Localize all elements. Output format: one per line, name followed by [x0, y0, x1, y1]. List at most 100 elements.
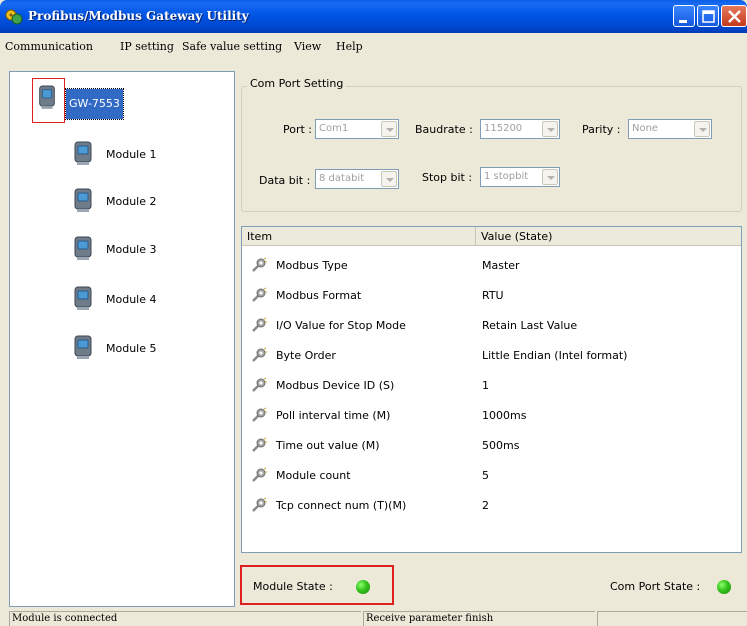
wrench-icon — [250, 466, 268, 484]
item-value: 2 — [482, 499, 489, 512]
device-tree[interactable]: GW-7553 Module 1 Module 2 Module 3 Modul… — [9, 71, 235, 607]
status-connection: Module is connected — [9, 611, 361, 626]
menu-ip-setting[interactable]: IP setting — [120, 40, 174, 53]
wrench-icon — [250, 436, 268, 454]
menu-safe-value-setting[interactable]: Safe value setting — [182, 40, 282, 53]
com-port-setting-group — [241, 86, 742, 212]
tree-item-module-4[interactable]: Module 4 — [10, 285, 230, 315]
list-item[interactable]: Poll interval time (M) 1000ms — [242, 400, 741, 430]
status-message: Receive parameter finish — [363, 611, 595, 626]
com-port-state-label: Com Port State : — [610, 580, 701, 593]
column-header-value[interactable]: Value (State) — [476, 227, 741, 246]
item-value: 1000ms — [482, 409, 527, 422]
item-name: I/O Value for Stop Mode — [276, 319, 406, 332]
stopbit-select[interactable]: 1 stopbit — [480, 167, 560, 187]
databit-select[interactable]: 8 databit — [315, 169, 399, 189]
gateway-device-icon[interactable] — [36, 84, 62, 114]
module-icon — [74, 286, 92, 310]
menu-help[interactable]: Help — [336, 40, 363, 53]
com-port-setting-title: Com Port Setting — [247, 77, 347, 90]
tree-item-label: Module 1 — [106, 148, 157, 161]
title-bar[interactable]: Profibus/Modbus Gateway Utility — [0, 0, 747, 33]
close-icon — [728, 10, 741, 23]
module-state-indicator — [356, 580, 370, 594]
stopbit-value: 1 stopbit — [484, 171, 529, 182]
chevron-down-icon — [381, 121, 397, 137]
chevron-down-icon — [694, 121, 710, 137]
item-name: Module count — [276, 469, 351, 482]
list-item[interactable]: Tcp connect num (T)(M) 2 — [242, 490, 741, 520]
list-item[interactable]: Byte Order Little Endian (Intel format) — [242, 340, 741, 370]
parameter-list[interactable]: Item Value (State) Modbus Type Master Modb… — [241, 226, 742, 553]
list-item[interactable]: I/O Value for Stop Mode Retain Last Value — [242, 310, 741, 340]
wrench-icon — [250, 406, 268, 424]
tree-item-label: Module 5 — [106, 342, 157, 355]
item-value: Little Endian (Intel format) — [482, 349, 628, 362]
stopbit-label: Stop bit : — [422, 171, 473, 184]
item-value: Master — [482, 259, 520, 272]
item-name: Modbus Type — [276, 259, 348, 272]
wrench-icon — [250, 376, 268, 394]
wrench-icon — [250, 286, 268, 304]
parity-value: None — [632, 123, 659, 134]
status-extra — [597, 611, 747, 626]
tree-item-label: Module 3 — [106, 243, 157, 256]
wrench-icon — [250, 346, 268, 364]
menu-communication[interactable]: Communication — [5, 40, 93, 53]
wrench-icon — [250, 316, 268, 334]
item-name: Poll interval time (M) — [276, 409, 391, 422]
minimize-icon — [679, 20, 687, 23]
window-title: Profibus/Modbus Gateway Utility — [28, 9, 249, 23]
baudrate-label: Baudrate : — [415, 123, 473, 136]
list-item[interactable]: Modbus Type Master — [242, 250, 741, 280]
tree-item-module-5[interactable]: Module 5 — [10, 334, 230, 364]
port-value: Com1 — [319, 123, 349, 134]
status-bar: Module is connected Receive parameter fi… — [0, 610, 747, 626]
item-value: RTU — [482, 289, 504, 302]
item-value: 5 — [482, 469, 489, 482]
chevron-down-icon — [381, 171, 397, 187]
item-name: Byte Order — [276, 349, 336, 362]
list-header: Item Value (State) — [242, 227, 741, 246]
list-item[interactable]: Modbus Format RTU — [242, 280, 741, 310]
gateway-app-icon — [4, 7, 24, 27]
item-name: Tcp connect num (T)(M) — [276, 499, 407, 512]
maximize-button[interactable] — [697, 5, 719, 27]
item-name: Time out value (M) — [276, 439, 380, 452]
baudrate-select[interactable]: 115200 — [480, 119, 560, 139]
column-header-item[interactable]: Item — [242, 227, 476, 246]
module-icon — [74, 236, 92, 260]
maximize-icon — [702, 10, 715, 23]
module-icon — [74, 188, 92, 212]
wrench-icon — [250, 256, 268, 274]
menu-view[interactable]: View — [294, 40, 321, 53]
tree-item-module-2[interactable]: Module 2 — [10, 187, 230, 217]
close-button[interactable] — [721, 5, 747, 27]
port-select[interactable]: Com1 — [315, 119, 399, 139]
chevron-down-icon — [542, 169, 558, 185]
tree-root-gw-7553[interactable]: GW-7553 — [65, 88, 124, 120]
item-name: Modbus Format — [276, 289, 362, 302]
com-port-state-indicator — [717, 580, 731, 594]
wrench-icon — [250, 496, 268, 514]
tree-item-label: Module 4 — [106, 293, 157, 306]
minimize-button[interactable] — [673, 5, 695, 27]
item-value: 500ms — [482, 439, 520, 452]
item-name: Modbus Device ID (S) — [276, 379, 395, 392]
parity-select[interactable]: None — [628, 119, 712, 139]
menu-bar: Communication IP setting Safe value sett… — [0, 36, 747, 58]
port-label: Port : — [283, 123, 313, 136]
list-item[interactable]: Modbus Device ID (S) 1 — [242, 370, 741, 400]
item-value: 1 — [482, 379, 489, 392]
baudrate-value: 115200 — [484, 123, 523, 134]
item-value: Retain Last Value — [482, 319, 578, 332]
tree-item-module-3[interactable]: Module 3 — [10, 235, 230, 265]
module-icon — [74, 335, 92, 359]
parity-label: Parity : — [582, 123, 621, 136]
tree-item-label: Module 2 — [106, 195, 157, 208]
list-item[interactable]: Module count 5 — [242, 460, 741, 490]
list-item[interactable]: Time out value (M) 500ms — [242, 430, 741, 460]
module-state-label: Module State : — [253, 580, 333, 593]
chevron-down-icon — [542, 121, 558, 137]
tree-item-module-1[interactable]: Module 1 — [10, 140, 230, 170]
